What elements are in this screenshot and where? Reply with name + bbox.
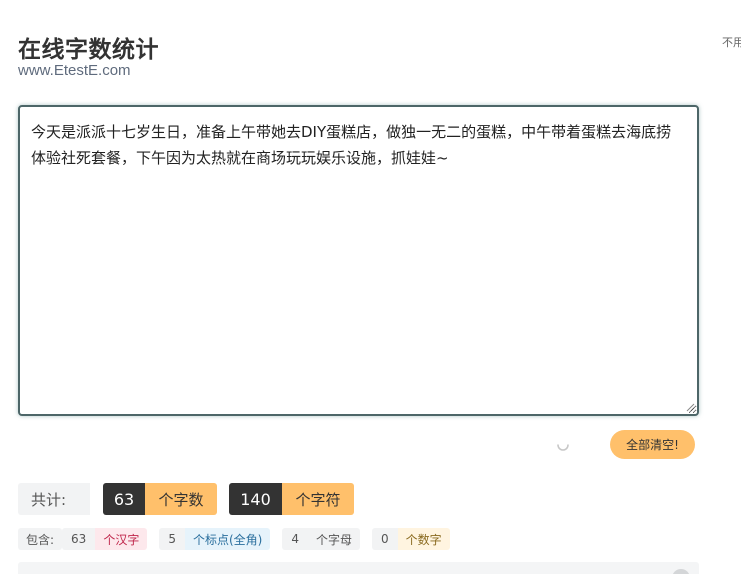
hanzi-unit: 个汉字 (95, 528, 148, 550)
site-url[interactable]: www.EtestE.com (18, 62, 131, 79)
clear-all-button[interactable]: 全部清空! (610, 430, 695, 459)
total-stats: 共计: 63 个字数 140 个字符 (18, 483, 354, 515)
detail-letters: 4 个字母 (282, 528, 361, 550)
detail-punctuation: 5 个标点(全角) (159, 528, 271, 550)
word-count-unit: 个字数 (145, 483, 217, 515)
char-count-unit: 个字符 (282, 483, 354, 515)
word-count-value: 63 (103, 483, 145, 515)
text-input-area[interactable]: 今天是派派十七岁生日，准备上午带她去DIY蛋糕店，做独一无二的蛋糕，中午带着蛋糕… (18, 105, 699, 416)
hanzi-count: 63 (62, 528, 96, 550)
digits-count: 0 (372, 528, 398, 550)
page-title: 在线字数统计 (18, 37, 159, 63)
side-note: 不用 (722, 36, 741, 49)
stat-gap (217, 483, 229, 515)
resize-handle-icon[interactable] (685, 402, 695, 412)
detail-digits: 0 个数字 (372, 528, 450, 550)
total-label: 共计: (18, 483, 90, 515)
letters-unit: 个字母 (308, 528, 361, 550)
char-count-value: 140 (229, 483, 282, 515)
loading-spinner-icon (557, 444, 569, 451)
digits-unit: 个数字 (397, 528, 450, 550)
page: 在线字数统计 www.EtestE.com 不用 今天是派派十七岁生日，准备上午… (0, 0, 741, 574)
punctuation-unit: 个标点(全角) (184, 528, 271, 550)
punctuation-count: 5 (159, 528, 185, 550)
detail-stats: 包含: 63 个汉字 5 个标点(全角) 4 个字母 0 个数字 (18, 528, 450, 550)
total-gap (90, 483, 103, 515)
text-input-content: 今天是派派十七岁生日，准备上午带她去DIY蛋糕店，做独一无二的蛋糕，中午带着蛋糕… (31, 123, 672, 167)
detail-label: 包含: (18, 528, 63, 550)
letters-count: 4 (282, 528, 308, 550)
detail-hanzi: 63 个汉字 (62, 528, 148, 550)
bottom-panel (18, 562, 699, 574)
